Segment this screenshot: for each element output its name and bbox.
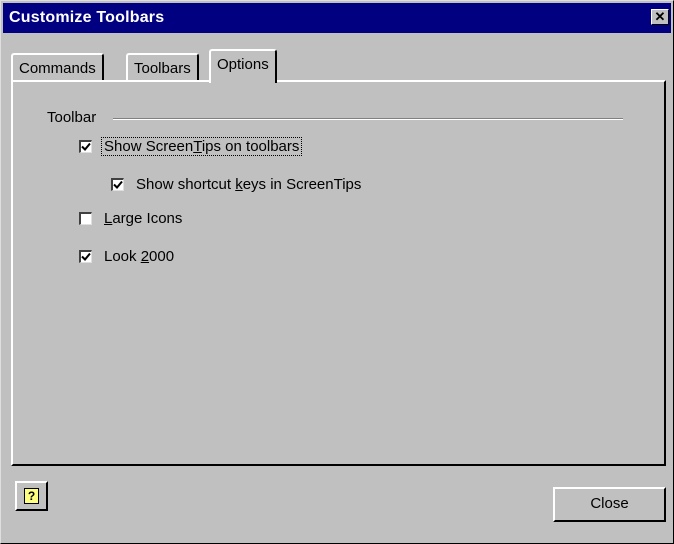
tab-label: Toolbars — [134, 60, 191, 77]
look-2000-checkbox[interactable]: Look 2000 — [79, 246, 176, 266]
tab-toolbars[interactable]: Toolbars — [126, 53, 199, 80]
tab-options[interactable]: Options — [209, 49, 277, 83]
tab-label: Commands — [19, 60, 96, 77]
show-screentips-checkbox[interactable]: Show ScreenTips on toolbars — [79, 136, 303, 156]
option-label: Show shortcut keys in ScreenTips — [136, 175, 362, 193]
customize-toolbars-dialog: Customize Toolbars ✕ Commands Toolbars O… — [0, 0, 674, 544]
help-book-icon: ? — [24, 488, 39, 504]
checkmark-icon — [81, 142, 91, 151]
close-button[interactable]: Close — [553, 487, 666, 522]
options-panel: Toolbar Show ScreenTips on toolbars Show… — [11, 80, 666, 466]
checkbox-box[interactable] — [111, 177, 124, 191]
tab-commands[interactable]: Commands — [11, 53, 104, 80]
option-label: Look 2000 — [104, 247, 175, 265]
checkbox-box[interactable] — [79, 139, 92, 153]
help-button[interactable]: ? — [15, 481, 48, 511]
large-icons-checkbox[interactable]: Large Icons — [79, 208, 184, 228]
option-label: Large Icons — [104, 209, 183, 227]
option-label: Show ScreenTips on toolbars — [100, 136, 303, 156]
window-title: Customize Toolbars — [9, 9, 165, 26]
checkbox-box[interactable] — [79, 249, 92, 263]
group-label-toolbar: Toolbar — [47, 109, 100, 126]
title-bar[interactable]: Customize Toolbars ✕ — [3, 3, 671, 33]
group-divider — [113, 118, 623, 120]
tab-label: Options — [217, 56, 269, 73]
close-icon[interactable]: ✕ — [651, 9, 669, 25]
checkbox-box[interactable] — [79, 211, 92, 225]
show-shortcut-keys-checkbox[interactable]: Show shortcut keys in ScreenTips — [111, 174, 363, 194]
checkmark-icon — [81, 252, 91, 261]
checkmark-icon — [113, 180, 123, 189]
